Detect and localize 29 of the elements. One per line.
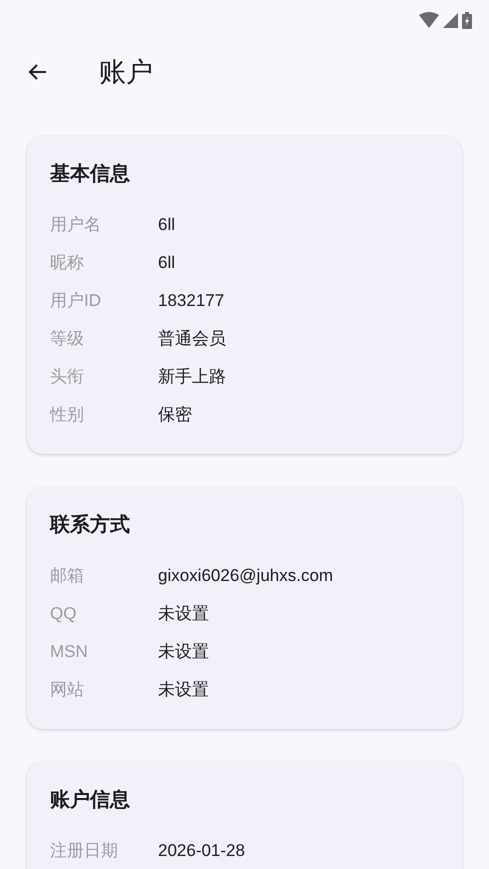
field-value: 未设置 <box>158 603 209 626</box>
section-title: 账户信息 <box>50 788 131 813</box>
field-label: 用户ID <box>50 290 102 312</box>
field-value: gixoxi6026@juhxs.com <box>158 565 334 588</box>
field-label: MSN <box>50 641 89 664</box>
wifi-icon <box>419 12 439 28</box>
field-label: 等级 <box>50 328 85 350</box>
field-value: 6ll <box>158 252 176 274</box>
field-label: 用户名 <box>50 214 102 236</box>
field-value: 2026-01-28 <box>158 840 245 862</box>
field-value: 未设置 <box>158 641 209 664</box>
field-value: 普通会员 <box>158 328 226 350</box>
field-value: 保密 <box>158 404 192 426</box>
page-title: 账户 <box>99 56 153 89</box>
field-label: 网站 <box>50 679 85 702</box>
section-title: 基本信息 <box>50 162 131 187</box>
field-label: 邮箱 <box>50 565 85 588</box>
field-value: 6ll <box>158 214 176 236</box>
battery-charging-icon <box>462 12 472 28</box>
signal-icon <box>443 12 458 28</box>
field-value: 新手上路 <box>158 366 226 388</box>
field-label: 性别 <box>50 404 85 426</box>
field-label: 头衔 <box>50 366 85 388</box>
field-label: QQ <box>50 603 78 626</box>
field-label: 注册日期 <box>50 840 119 862</box>
section-title: 联系方式 <box>50 512 131 538</box>
field-value: 未设置 <box>158 679 209 702</box>
field-value: 1832177 <box>158 290 224 312</box>
field-label: 昵称 <box>50 252 85 274</box>
